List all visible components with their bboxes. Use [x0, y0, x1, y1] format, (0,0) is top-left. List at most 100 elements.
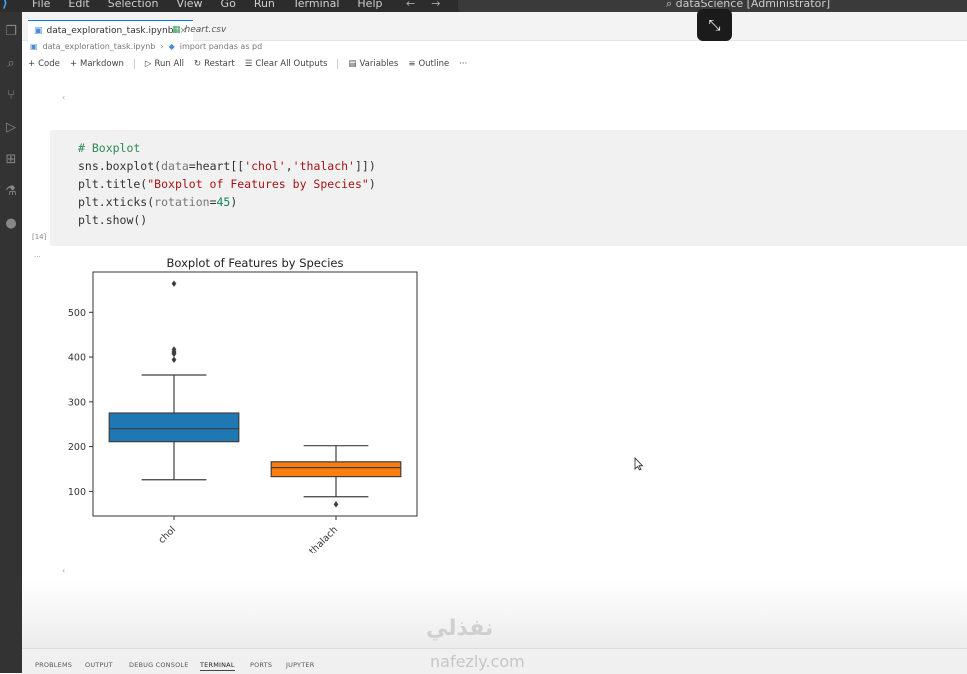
run-all-button[interactable]: ▷ Run All [145, 59, 184, 69]
flask-icon[interactable]: ⚗ [3, 184, 19, 200]
notebook-icon: ▣ [34, 26, 43, 36]
search-icon[interactable]: ⌕ [3, 56, 19, 72]
y-tick-label: 300 [68, 397, 86, 408]
tab-notebook[interactable]: ▣ data_exploration_task.ipynb × [28, 20, 193, 41]
menu-edit[interactable]: Edit [68, 0, 89, 11]
code-token: plt.xticks( [78, 195, 155, 209]
cell-collapse-icon[interactable]: ‹ [62, 93, 65, 102]
github-icon[interactable]: ● [3, 216, 19, 232]
code-string: 'chol' [244, 159, 286, 173]
clear-outputs-button[interactable]: ☰ Clear All Outputs [245, 59, 328, 69]
output-actions-icon[interactable]: ··· [34, 253, 41, 261]
code-token: rotation [154, 195, 210, 209]
box-thalach [270, 461, 402, 478]
add-code-label: Code [38, 59, 60, 69]
clear-outputs-label: Clear All Outputs [255, 59, 328, 69]
breadcrumb: ▣ data_exploration_task.ipynb › ◆ import… [30, 42, 262, 51]
back-arrow-icon[interactable]: ← [406, 0, 415, 11]
panel-tab-jupyter[interactable]: JUPYTER [286, 661, 314, 669]
breadcrumb-file[interactable]: data_exploration_task.ipynb [43, 42, 156, 51]
plus-icon: + [28, 59, 36, 69]
editor-tabs: ▣ data_exploration_task.ipynb × ▦ heart.csv [22, 12, 967, 41]
box-chol [108, 412, 240, 443]
cell-collapse-icon[interactable]: ‹ [62, 566, 65, 575]
tab-label: data_exploration_task.ipynb [46, 26, 174, 36]
outlier-point [171, 280, 177, 287]
panel-tab-output[interactable]: OUTPUT [85, 661, 113, 669]
code-symbol-icon: ◆ [168, 42, 175, 51]
code-token: ]]) [354, 159, 376, 173]
tab-label: heart.csv [184, 25, 227, 35]
run-all-icon: ▷ [144, 59, 152, 69]
breadcrumb-cell[interactable]: import pandas as pd [180, 42, 262, 51]
mouse-cursor-icon [634, 457, 644, 471]
restart-label: Restart [204, 59, 235, 69]
vscode-logo-icon: ⟩ [2, 0, 8, 11]
watermark-latin: nafezly.com [430, 652, 525, 671]
menu-terminal[interactable]: Terminal [293, 0, 340, 11]
code-token: plt.show() [78, 213, 148, 227]
y-tick-label: 200 [68, 442, 86, 453]
chart-title: Boxplot of Features by Species [167, 256, 344, 270]
x-tick-label: thalach [307, 524, 340, 553]
y-tick-label: 500 [68, 308, 86, 319]
plus-icon: + [69, 59, 78, 69]
code-token: plt.title( [78, 177, 148, 191]
notebook-icon: ▣ [30, 42, 38, 51]
outlier-point [171, 356, 177, 363]
extensions-icon[interactable]: ⊞ [3, 152, 19, 168]
expand-video-button[interactable]: ⤡ [697, 9, 732, 41]
code-token: = [209, 195, 217, 209]
code-string: 'thalach' [292, 159, 355, 173]
code-string: "Boxplot of Features by Species" [147, 177, 369, 191]
outline-button[interactable]: ≡ Outline [408, 59, 449, 69]
more-actions-button[interactable]: ··· [459, 59, 467, 69]
menu-help[interactable]: Help [357, 0, 382, 11]
source-control-icon[interactable]: ⑂ [3, 88, 19, 104]
code-editor[interactable]: # Boxplot sns.boxplot(data=heart[['chol'… [78, 139, 376, 229]
command-center-label[interactable]: ⌕ dataScience [Administrator] [666, 0, 830, 11]
add-markdown-label: Markdown [80, 59, 124, 69]
menu-selection[interactable]: Selection [108, 0, 159, 11]
menu-go[interactable]: Go [221, 0, 236, 11]
command-center-text: dataScience [Administrator] [675, 0, 831, 10]
run-all-label: Run All [154, 59, 185, 69]
code-token: ) [368, 177, 376, 191]
menu-items: File Edit Selection View Go Run Terminal… [32, 0, 382, 11]
restart-icon: ↻ [194, 59, 202, 69]
restart-button[interactable]: ↻ Restart [194, 59, 235, 69]
variables-button[interactable]: ▤ Variables [348, 59, 398, 69]
code-token: ) [230, 195, 238, 209]
run-debug-icon[interactable]: ▷ [3, 120, 19, 136]
add-code-button[interactable]: + Code [28, 59, 60, 69]
tab-csv[interactable]: ▦ heart.csv [172, 20, 226, 40]
variables-label: Variables [359, 59, 399, 69]
clear-all-icon: ☰ [244, 59, 253, 69]
panel-tab-terminal[interactable]: TERMINAL [200, 661, 235, 671]
outlier-point [333, 501, 339, 508]
panel-tab-ports[interactable]: PORTS [250, 661, 272, 669]
add-markdown-button[interactable]: + Markdown [70, 59, 124, 69]
x-tick-label: chol [156, 524, 178, 546]
menu-file[interactable]: File [32, 0, 50, 11]
boxplot-chart: Boxplot of Features by Species 100 200 300 4… [68, 256, 418, 553]
panel-tab-problems[interactable]: PROBLEMS [35, 661, 72, 669]
activity-bar: ❐ ⌕ ⑂ ▷ ⊞ ⚗ ● [0, 12, 22, 673]
forward-arrow-icon[interactable]: → [431, 0, 440, 11]
search-icon: ⌕ [666, 0, 676, 10]
bottom-fade [22, 580, 967, 648]
table-icon: ▦ [172, 25, 181, 35]
code-token: data [161, 159, 189, 173]
explorer-icon[interactable]: ❐ [3, 24, 19, 40]
outline-label: Outline [418, 59, 450, 69]
toolbar-divider [337, 59, 339, 69]
panel-tab-debug-console[interactable]: DEBUG CONSOLE [129, 661, 189, 669]
code-token: , [285, 159, 293, 173]
menu-view[interactable]: View [176, 0, 202, 11]
toolbar-divider [133, 59, 135, 69]
execution-count: [14] [32, 233, 47, 241]
menu-run[interactable]: Run [254, 0, 275, 11]
code-number: 45 [216, 195, 231, 209]
expand-icon: ⤡ [708, 16, 721, 34]
outline-icon: ≡ [408, 59, 416, 69]
